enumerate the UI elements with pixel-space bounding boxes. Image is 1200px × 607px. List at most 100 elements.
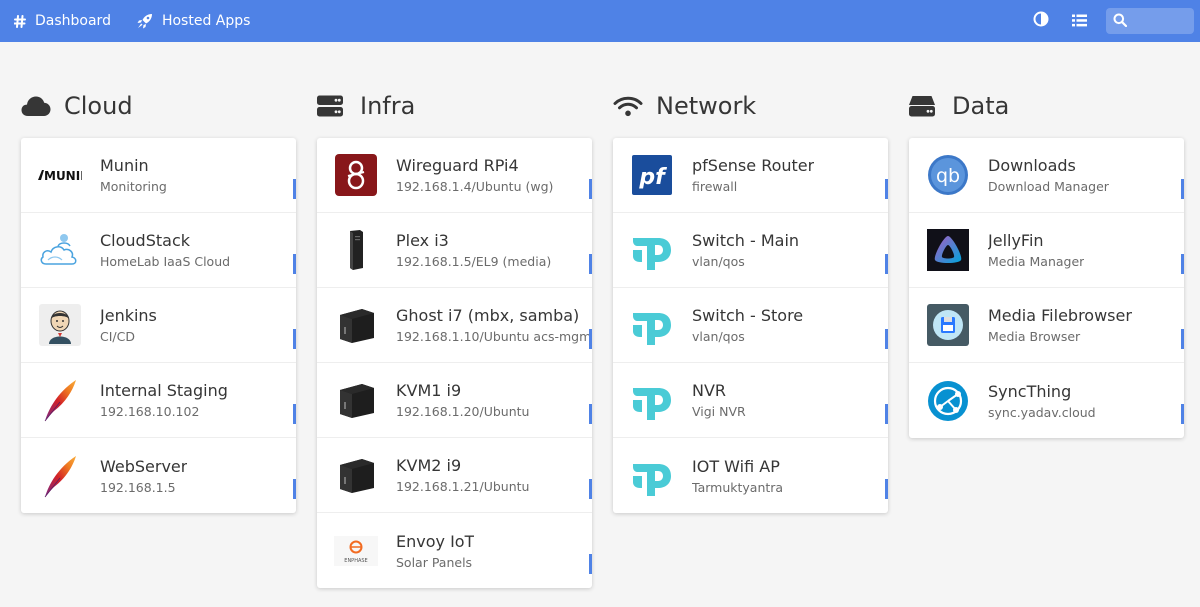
tplink-logo xyxy=(630,228,674,272)
service-subtitle: vlan/qos xyxy=(692,329,745,344)
column-title: Cloud xyxy=(64,92,133,120)
service-tag xyxy=(589,179,592,199)
tower-pc-logo xyxy=(334,228,378,272)
service-name: IOT Wifi AP xyxy=(692,456,780,476)
qbittorrent-logo-text: qb xyxy=(936,165,960,187)
column-header: Network xyxy=(613,82,888,130)
jellyfin-logo xyxy=(926,228,970,272)
service-item-plex-i3[interactable]: Plex i3 192.168.1.5/EL9 (media) xyxy=(317,213,592,288)
service-name: SyncThing xyxy=(988,381,1072,401)
service-tag xyxy=(293,404,296,424)
wifi-icon xyxy=(613,94,643,118)
service-subtitle: HomeLab IaaS Cloud xyxy=(100,254,231,269)
service-item-nvr[interactable]: NVR Vigi NVR xyxy=(613,363,888,438)
service-item-media-filebrowser[interactable]: Media Filebrowser Media Browser xyxy=(909,288,1184,363)
tplink-logo xyxy=(630,303,674,347)
apache-feather-logo xyxy=(38,454,82,498)
service-item-downloads[interactable]: qb Downloads Download Manager xyxy=(909,138,1184,213)
column-network: Network pf pfSense Router firewall Switc… xyxy=(613,82,888,513)
service-subtitle: 192.168.1.10/Ubuntu acs-mgmt xyxy=(396,329,592,344)
service-tag xyxy=(293,479,296,499)
apache-feather-logo xyxy=(38,378,82,422)
service-item-kvm2-i9[interactable]: KVM2 i9 192.168.1.21/Ubuntu xyxy=(317,438,592,513)
service-item-jellyfin[interactable]: JellyFin Media Manager xyxy=(909,213,1184,288)
service-item-webserver[interactable]: WebServer 192.168.1.5 xyxy=(21,438,296,513)
mini-pc-logo xyxy=(334,378,378,422)
cloudstack-logo xyxy=(38,228,82,272)
service-item-kvm1-i9[interactable]: KVM1 i9 192.168.1.20/Ubuntu xyxy=(317,363,592,438)
service-card: MUNIN Munin Monitoring CloudStack HomeLa… xyxy=(21,138,296,513)
service-subtitle: Media Browser xyxy=(988,329,1081,344)
qbittorrent-logo: qb xyxy=(926,153,970,197)
service-subtitle: Monitoring xyxy=(100,179,167,194)
service-tag xyxy=(589,329,592,349)
service-name: Munin xyxy=(100,156,149,175)
hash-icon xyxy=(14,14,26,28)
service-tag xyxy=(885,179,888,199)
service-tag xyxy=(293,329,296,349)
service-subtitle: Vigi NVR xyxy=(692,404,746,419)
enphase-logo: ENPHASE xyxy=(334,529,378,573)
service-item-internal-staging[interactable]: Internal Staging 192.168.10.102 xyxy=(21,363,296,438)
service-item-ghost-i7[interactable]: Ghost i7 (mbx, samba) 192.168.1.10/Ubunt… xyxy=(317,288,592,363)
service-name: Internal Staging xyxy=(100,381,228,400)
service-name: NVR xyxy=(692,381,727,400)
column-cloud: Cloud MUNIN Munin Monitoring CloudStack … xyxy=(21,82,296,513)
service-tag xyxy=(589,404,592,424)
tplink-logo xyxy=(630,454,674,498)
column-infra: Infra Wireguard RPi4 192.168.1.4/Ubuntu … xyxy=(317,82,592,588)
service-name: CloudStack xyxy=(100,231,190,250)
service-item-iot-wifi-ap[interactable]: IOT Wifi AP Tarmuktyantra xyxy=(613,438,888,513)
syncthing-logo xyxy=(926,379,970,423)
service-subtitle: Media Manager xyxy=(988,254,1085,269)
column-title: Data xyxy=(952,92,1010,120)
service-subtitle: 192.168.10.102 xyxy=(100,404,200,419)
column-header: Infra xyxy=(317,82,592,130)
cloud-icon xyxy=(21,94,51,118)
nav-hosted-apps-link[interactable]: Hosted Apps xyxy=(124,0,263,42)
service-item-syncthing[interactable]: SyncThing sync.yadav.cloud xyxy=(909,363,1184,438)
service-item-munin[interactable]: MUNIN Munin Monitoring xyxy=(21,138,296,213)
search-box[interactable] xyxy=(1106,8,1194,34)
service-tag xyxy=(293,179,296,199)
service-subtitle: 192.168.1.4/Ubuntu (wg) xyxy=(396,179,554,194)
search-input[interactable] xyxy=(1133,14,1191,28)
service-card: qb Downloads Download Manager JellyFin M… xyxy=(909,138,1184,438)
column-title: Infra xyxy=(360,92,416,120)
service-tag xyxy=(589,479,592,499)
service-tag xyxy=(885,404,888,424)
service-item-envoy-iot[interactable]: ENPHASE Envoy IoT Solar Panels xyxy=(317,513,592,588)
service-name: Ghost i7 (mbx, samba) xyxy=(396,306,580,325)
service-tag xyxy=(1181,179,1184,199)
service-subtitle: Download Manager xyxy=(988,179,1109,194)
service-tag xyxy=(293,254,296,274)
nav-dashboard-link[interactable]: Dashboard xyxy=(0,0,124,42)
wireguard-logo xyxy=(334,153,378,197)
service-name: KVM2 i9 xyxy=(396,456,462,475)
service-name: Plex i3 xyxy=(396,231,449,250)
service-item-pfsense[interactable]: pf pfSense Router firewall xyxy=(613,138,888,213)
service-subtitle: 192.168.1.5/EL9 (media) xyxy=(396,254,552,269)
tplink-logo xyxy=(630,378,674,422)
column-data: Data qb Downloads Download Manager Jelly… xyxy=(909,82,1184,438)
pfsense-logo-text: pf xyxy=(638,165,667,190)
server-icon xyxy=(317,94,347,118)
service-subtitle: Solar Panels xyxy=(396,554,473,570)
service-item-switch-store[interactable]: Switch - Store vlan/qos xyxy=(613,288,888,363)
service-item-switch-main[interactable]: Switch - Main vlan/qos xyxy=(613,213,888,288)
list-icon xyxy=(1071,12,1087,31)
service-item-cloudstack[interactable]: CloudStack HomeLab IaaS Cloud xyxy=(21,213,296,288)
database-icon xyxy=(909,94,939,118)
service-item-jenkins[interactable]: Jenkins CI/CD xyxy=(21,288,296,363)
service-tag xyxy=(1181,329,1184,349)
service-name: WebServer xyxy=(100,456,188,476)
contrast-icon xyxy=(1033,11,1049,31)
column-header: Cloud xyxy=(21,82,296,130)
layout-toggle-button[interactable] xyxy=(1060,0,1098,42)
service-item-wireguard[interactable]: Wireguard RPi4 192.168.1.4/Ubuntu (wg) xyxy=(317,138,592,213)
svg-text:MUNIN: MUNIN xyxy=(44,169,82,182)
service-name: Switch - Store xyxy=(692,306,804,325)
service-subtitle: sync.yadav.cloud xyxy=(988,404,1096,420)
service-subtitle: vlan/qos xyxy=(692,254,745,269)
theme-toggle-button[interactable] xyxy=(1022,0,1060,42)
